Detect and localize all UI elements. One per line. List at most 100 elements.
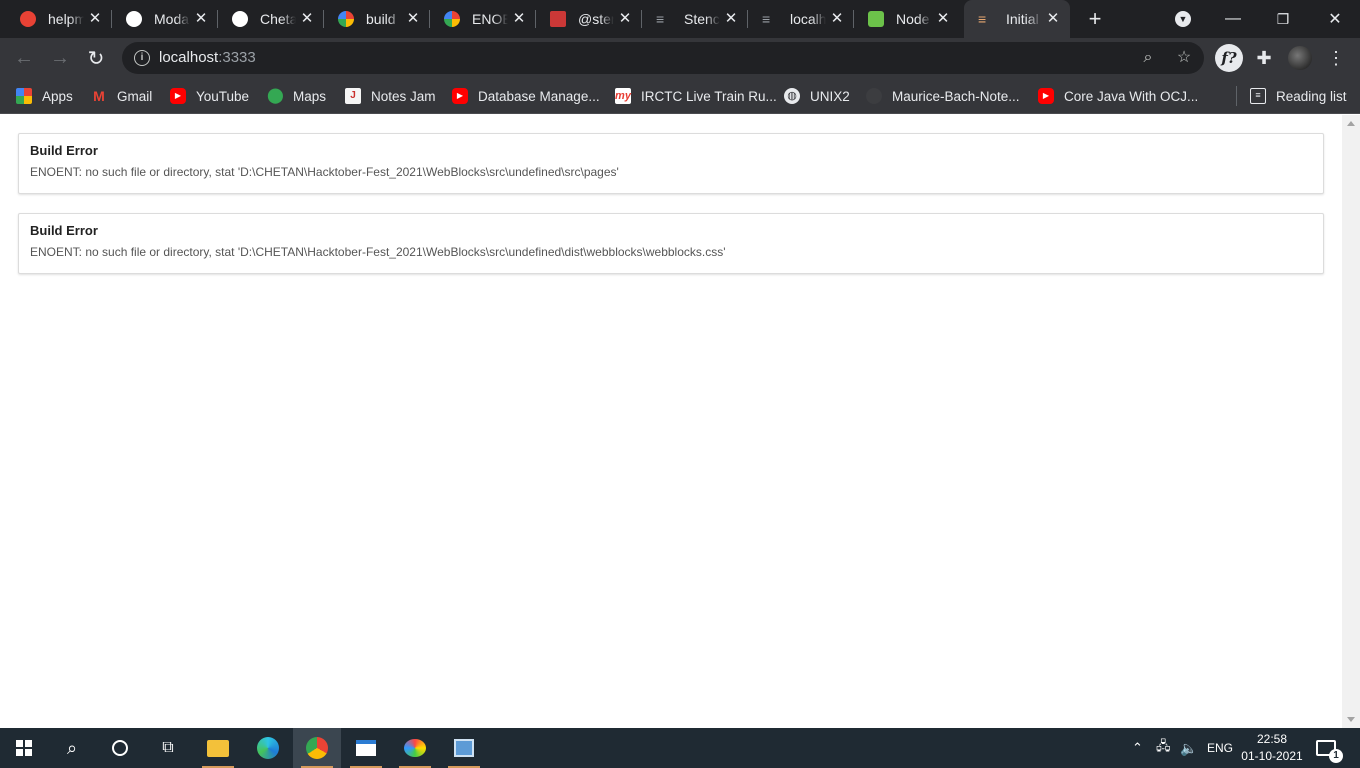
extensions-button[interactable]: ✚ (1248, 42, 1280, 74)
bookmark-maurice-bach[interactable]: Maurice-Bach-Note... (866, 86, 1020, 106)
back-button[interactable]: ← (8, 42, 40, 74)
bookmark-maps[interactable]: ⬤ Maps (267, 86, 326, 106)
clock-button[interactable]: 22:58 01-10-2021 (1240, 731, 1304, 765)
input-language-button[interactable]: ENG (1207, 728, 1233, 768)
browser-tab[interactable]: Cheta ✕ (218, 0, 324, 38)
error-title: Build Error (30, 223, 98, 238)
close-tab-icon[interactable]: ✕ (510, 10, 528, 28)
close-tab-icon[interactable]: ✕ (1044, 10, 1062, 28)
close-tab-icon[interactable]: ✕ (934, 10, 952, 28)
taskbar-app-window[interactable] (342, 728, 390, 768)
menu-button[interactable]: ⋮ (1320, 42, 1352, 74)
extension-fonts-button[interactable]: f? (1213, 42, 1245, 74)
build-error-card: Build Error ENOENT: no such file or dire… (18, 133, 1324, 194)
bookmark-gmail[interactable]: M Gmail (91, 86, 152, 106)
forward-button[interactable]: → (44, 42, 76, 74)
youtube-icon: ▶ (170, 88, 186, 104)
language-indicator: ENG (1207, 741, 1234, 755)
bookmark-database-management[interactable]: ▶ Database Manage... (452, 86, 600, 106)
browser-tab[interactable]: build ✕ (324, 0, 430, 38)
scroll-up-arrow-icon[interactable] (1347, 121, 1355, 126)
tab-title: Node (896, 11, 930, 27)
browser-tab[interactable]: @ster ✕ (536, 0, 642, 38)
chevron-down-icon: ▼ (1175, 11, 1191, 27)
browser-tab[interactable]: Moda ✕ (112, 0, 218, 38)
windows-logo-icon (16, 740, 32, 756)
close-tab-icon[interactable]: ✕ (828, 10, 846, 28)
bookmark-apps[interactable]: Apps (16, 86, 73, 106)
taskbar-chrome[interactable] (293, 728, 341, 768)
browser-toolbar: ← → ↻ i localhost:3333 ⌕ ☆ f? ✚ ⋮ (0, 38, 1360, 78)
browser-tab[interactable]: ENOE ✕ (430, 0, 536, 38)
bookmark-irctc[interactable]: my IRCTC Live Train Ru... (615, 86, 777, 106)
taskbar-paint[interactable] (391, 728, 439, 768)
chrome-help-icon (20, 11, 36, 27)
nodejs-icon (868, 11, 884, 27)
network-status-button[interactable]: 🖧 (1156, 728, 1171, 768)
taskbar-network-app[interactable] (440, 728, 488, 768)
search-button[interactable]: ⌕ (48, 728, 96, 768)
tab-title: Initial (1006, 11, 1039, 27)
new-tab-button[interactable]: + (1072, 0, 1118, 38)
bookmark-label: Database Manage... (478, 88, 600, 104)
close-tab-icon[interactable]: ✕ (298, 10, 316, 28)
chrome-icon (306, 737, 328, 759)
chevron-up-icon: ⌃ (1132, 740, 1143, 755)
globe-icon: ◍ (784, 88, 800, 104)
task-view-button[interactable]: ⧉ (144, 728, 192, 768)
taskbar-edge[interactable] (244, 728, 292, 768)
vertical-scrollbar[interactable] (1342, 115, 1360, 728)
url-host: localhost (159, 49, 219, 66)
browser-tab[interactable]: ≡ localh ✕ (748, 0, 854, 38)
close-tab-icon[interactable]: ✕ (192, 10, 210, 28)
site-info-icon[interactable]: i (134, 50, 150, 66)
youtube-icon: ▶ (452, 88, 468, 104)
browser-tab[interactable]: Node ✕ (854, 0, 960, 38)
url-text[interactable]: localhost:3333 (159, 49, 256, 66)
close-tab-icon[interactable]: ✕ (616, 10, 634, 28)
github-icon (232, 11, 248, 27)
tab-strip: helpm ✕ Moda ✕ Cheta ✕ build ✕ ENOE ✕ @s… (0, 0, 1360, 38)
reading-list-button[interactable]: ≡ Reading list (1250, 86, 1347, 106)
reload-button[interactable]: ↻ (80, 42, 112, 74)
bookmark-core-java[interactable]: ▶ Core Java With OCJ... (1038, 86, 1198, 106)
error-message: ENOENT: no such file or directory, stat … (30, 165, 619, 179)
stencil-icon: ≡ (978, 11, 987, 27)
reading-list-icon: ≡ (1250, 88, 1266, 104)
close-tab-icon[interactable]: ✕ (404, 10, 422, 28)
browser-tab-active[interactable]: ≡ Initial ✕ (964, 0, 1070, 38)
tab-search-button[interactable]: ▼ (1160, 0, 1206, 38)
show-hidden-icons-button[interactable]: ⌃ (1132, 728, 1143, 768)
cortana-button[interactable] (96, 728, 144, 768)
volume-button[interactable]: 🔈 (1180, 728, 1197, 768)
tab-title: helpm (48, 11, 84, 27)
notification-count-badge: 1 (1329, 749, 1343, 763)
github-icon (866, 88, 882, 104)
zoom-search-icon[interactable]: ⌕ (1136, 46, 1160, 70)
start-button[interactable] (0, 728, 48, 768)
profile-button[interactable] (1284, 42, 1316, 74)
stencil-icon: ≡ (762, 11, 771, 27)
bookmark-youtube[interactable]: ▶ YouTube (170, 86, 249, 106)
action-center-button[interactable]: 1 (1316, 728, 1343, 768)
restore-button[interactable]: ❐ (1260, 0, 1306, 38)
bookmark-unix2[interactable]: ◍ UNIX2 (784, 86, 850, 106)
tab-title: Moda (154, 11, 190, 27)
browser-tab[interactable]: ≡ Stenci ✕ (642, 0, 748, 38)
tab-title: ENOE (472, 11, 508, 27)
browser-tab[interactable]: helpm ✕ (6, 0, 112, 38)
google-icon (338, 11, 354, 27)
address-bar[interactable]: i localhost:3333 ⌕ ☆ (122, 42, 1204, 74)
makemytrip-icon: my (615, 88, 631, 104)
network-app-icon (454, 739, 474, 757)
scroll-down-arrow-icon[interactable] (1347, 717, 1355, 722)
close-tab-icon[interactable]: ✕ (86, 10, 104, 28)
bookmark-notes-jam[interactable]: J Notes Jam (345, 86, 436, 106)
close-tab-icon[interactable]: ✕ (722, 10, 740, 28)
window-app-icon (356, 740, 376, 756)
minimize-button[interactable]: — (1210, 0, 1256, 38)
bookmark-star-icon[interactable]: ☆ (1172, 46, 1196, 70)
taskbar-file-explorer[interactable] (194, 728, 242, 768)
url-port: :3333 (218, 49, 256, 66)
close-window-button[interactable]: ✕ (1312, 0, 1358, 38)
